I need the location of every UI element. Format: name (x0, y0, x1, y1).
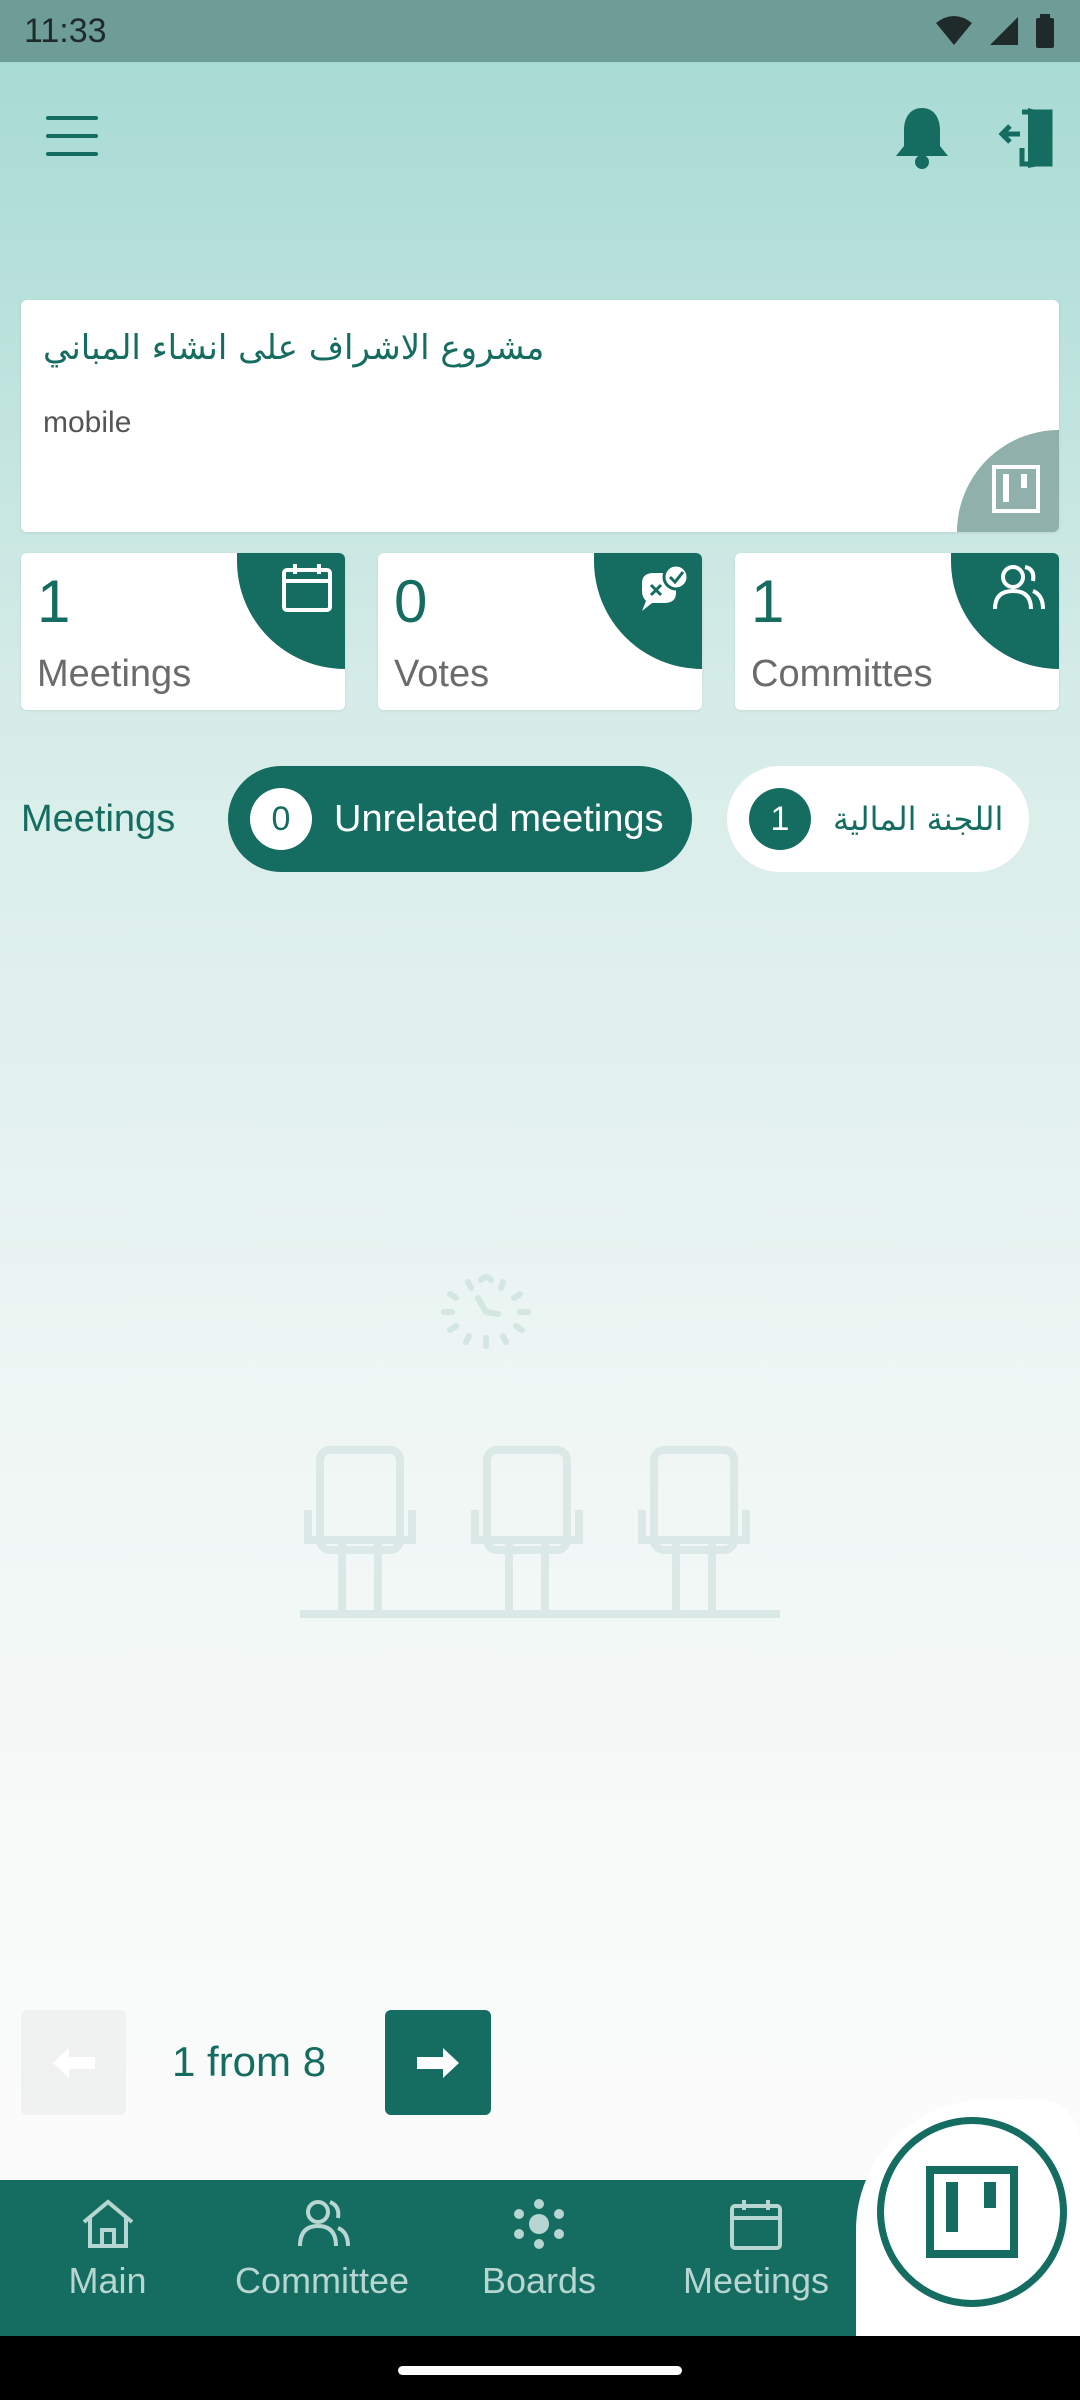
stat-card-committees[interactable]: 1 Committes (735, 553, 1059, 710)
board-icon (992, 465, 1040, 513)
chip-label: اللجنة المالية (833, 800, 1004, 838)
notifications-button[interactable] (892, 104, 952, 170)
nav-item-boards[interactable]: Boards (472, 2198, 606, 2328)
next-page-button[interactable] (385, 2010, 491, 2115)
fab-inner (884, 2124, 1060, 2300)
home-icon (82, 2199, 133, 2248)
board-icon (926, 2166, 1018, 2258)
stat-card-votes[interactable]: 0 Votes (378, 553, 702, 710)
home-gesture-pill[interactable] (398, 2366, 682, 2375)
nav-item-meetings[interactable]: Meetings (674, 2198, 838, 2328)
project-title: مشروع الاشراف على انشاء المباني (43, 328, 545, 368)
stat-label: Committes (751, 653, 933, 695)
boards-icon (514, 2199, 564, 2249)
waiting-chairs-icon (300, 1274, 780, 1618)
project-corner-badge (957, 430, 1059, 532)
committee-icon (298, 2200, 350, 2247)
project-subtitle: mobile (43, 406, 132, 439)
stat-badge (951, 553, 1059, 669)
stat-card-meetings[interactable]: 1 Meetings (21, 553, 345, 710)
people-icon (993, 565, 1045, 610)
empty-state-illustration (290, 1270, 790, 1630)
nav-label: Boards (481, 2260, 597, 2301)
page-indicator: 1 from 8 (172, 2038, 327, 2085)
project-card[interactable]: مشروع الاشراف على انشاء المباني mobile (21, 300, 1059, 532)
chip-unrelated-meetings[interactable]: 0 Unrelated meetings (228, 766, 692, 872)
project-board-fab[interactable] (877, 2117, 1067, 2307)
bell-icon (896, 108, 948, 169)
vote-chat-icon (642, 563, 690, 611)
menu-button[interactable] (44, 114, 100, 158)
nav-label: Meetings (682, 2260, 830, 2301)
arrow-right-icon (417, 2047, 459, 2078)
stat-value: 0 (394, 568, 428, 635)
app-bar (0, 62, 1080, 212)
nav-label: Main (68, 2260, 147, 2301)
nav-label: Committee (234, 2260, 410, 2301)
stat-badge (594, 553, 702, 669)
logout-button[interactable] (998, 104, 1058, 170)
hamburger-icon (46, 116, 98, 156)
meeting-filter-row: Meetings 0 Unrelated meetings 1 اللجنة ا… (0, 766, 1080, 872)
stat-label: Meetings (37, 653, 192, 695)
chip-financial-committee[interactable]: 1 اللجنة المالية (727, 766, 1029, 872)
nav-item-committee[interactable]: Committee (222, 2198, 422, 2328)
logout-icon (998, 108, 1053, 168)
previous-page-button[interactable] (21, 2010, 126, 2115)
stat-badge (237, 553, 345, 669)
status-time: 11:33 (24, 11, 107, 50)
nav-item-main[interactable]: Main (50, 2198, 165, 2328)
calendar-icon (282, 564, 332, 612)
calendar-icon (730, 2200, 782, 2250)
stat-label: Votes (394, 653, 490, 695)
filter-label: Meetings (21, 798, 176, 840)
status-bar: 11:33 (0, 0, 1080, 62)
wifi-icon (936, 16, 972, 45)
battery-icon (1036, 14, 1054, 48)
stat-value: 1 (751, 568, 785, 635)
stat-value: 1 (37, 568, 71, 635)
chip-count: 1 (749, 788, 811, 850)
system-navigation-bar (0, 2336, 1080, 2400)
arrow-left-icon (52, 2047, 95, 2078)
signal-icon (990, 17, 1018, 45)
status-icons (934, 14, 1056, 48)
chip-count: 0 (250, 788, 312, 850)
pagination: 1 from 8 (0, 2010, 1080, 2116)
chip-label: Unrelated meetings (334, 797, 664, 840)
